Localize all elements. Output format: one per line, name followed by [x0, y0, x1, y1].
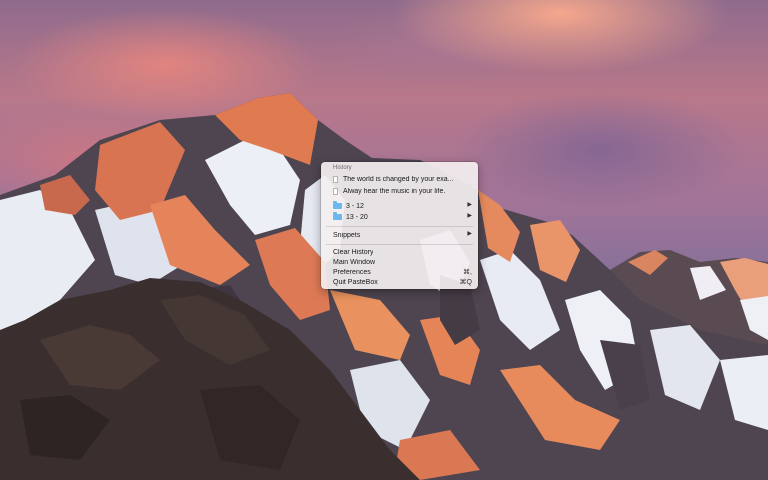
history-item-1[interactable]: The world is changed by your exa... [321, 174, 478, 184]
folder-item-3-12[interactable]: 3 - 12 ▶ [321, 201, 478, 211]
quit-label: Quit PasteBox [333, 278, 378, 286]
history-header: History [333, 165, 352, 171]
document-icon [333, 175, 338, 183]
quit-item[interactable]: Quit PasteBox ⌘Q [321, 277, 478, 287]
folder-icon [333, 201, 342, 209]
menu-separator [326, 226, 473, 227]
folder-item-label: 3 - 12 [346, 202, 364, 210]
folder-icon [333, 212, 342, 220]
document-icon [333, 187, 338, 195]
folder-item-label: 13 - 20 [346, 213, 368, 221]
history-item-2[interactable]: Alway hear the music in your life. [321, 186, 478, 196]
main-window-label: Main Window [333, 258, 376, 266]
clear-history-item[interactable]: Clear History [321, 247, 478, 257]
history-item-label: Alway hear the music in your life. [343, 187, 446, 195]
preferences-item[interactable]: Preferences ⌘, [321, 267, 478, 277]
snippets-label: Snippets [333, 231, 361, 239]
preferences-shortcut: ⌘, [463, 269, 472, 276]
preferences-label: Preferences [333, 268, 371, 276]
pastebox-menu: History The world is changed by your exa… [321, 162, 478, 289]
menu-separator [326, 244, 473, 245]
folder-item-13-20[interactable]: 13 - 20 ▶ [321, 212, 478, 222]
submenu-arrow-icon: ▶ [467, 213, 472, 219]
main-window-item[interactable]: Main Window [321, 257, 478, 267]
submenu-arrow-icon: ▶ [467, 231, 472, 237]
history-item-label: The world is changed by your exa... [343, 175, 454, 183]
submenu-arrow-icon: ▶ [467, 202, 472, 208]
snippets-item[interactable]: Snippets ▶ [321, 230, 478, 240]
quit-shortcut: ⌘Q [459, 279, 472, 286]
clear-history-label: Clear History [333, 248, 374, 256]
